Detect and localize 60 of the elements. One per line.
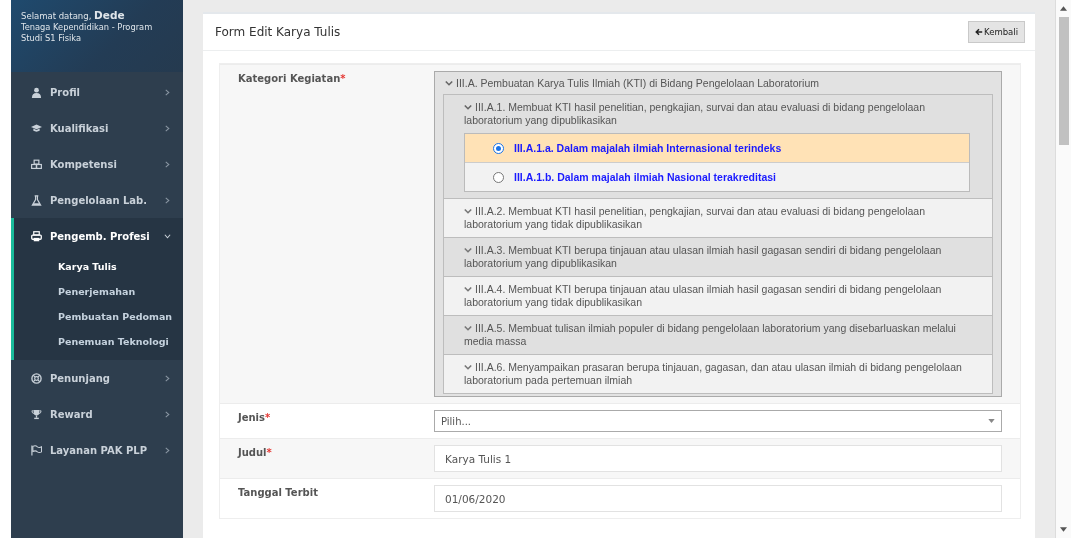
chevron-down-icon	[464, 286, 472, 293]
chevron-down-icon	[445, 80, 453, 87]
chevron-down-icon	[464, 208, 472, 215]
field-label: Kategori Kegiatan*	[237, 72, 347, 86]
chevron-right-icon	[164, 124, 171, 132]
scrollbar-thumb[interactable]	[1058, 17, 1069, 145]
menu-item[interactable]: Pengemb. Profesi	[14, 218, 183, 254]
text-field[interactable]: Karya Tulis 1	[434, 445, 1002, 472]
menu-item[interactable]: Layanan PAK PLP	[11, 432, 183, 468]
radio-option[interactable]: III.A.1.a. Dalam majalah ilmiah Internasional terindeks	[465, 134, 969, 163]
chevron-down-icon	[164, 232, 171, 240]
field-label: Tanggal Terbit	[237, 486, 319, 500]
tree-node[interactable]: III.A.5. Membuat tulisan ilmiah populer di bidang pengelolaan laboratorium yang disebarluaskan melalui media massa	[458, 318, 978, 352]
submenu-item[interactable]: Penerjemahan	[14, 279, 183, 304]
menu-item[interactable]: Kualifikasi	[11, 110, 183, 146]
menu-item[interactable]: Penunjang	[11, 360, 183, 396]
chevron-right-icon	[164, 410, 171, 418]
trophy-icon	[31, 408, 42, 420]
arrow-left-icon	[975, 28, 983, 36]
submenu-item[interactable]: Karya Tulis	[14, 254, 183, 279]
text-field[interactable]: 01/06/2020	[434, 485, 1002, 512]
chevron-right-icon	[164, 196, 171, 204]
menu-item[interactable]: Reward	[11, 396, 183, 432]
scroll-down-icon[interactable]	[1060, 527, 1067, 532]
chevron-down-icon	[464, 325, 472, 332]
menu-item[interactable]: Kompetensi	[11, 146, 183, 182]
tree-node[interactable]: III.A.3. Membuat KTI berupa tinjauan atau ulasan ilmiah hasil gagasan sendiri di bidang pengelolaan laboratorium yang dipublikasikan	[458, 240, 978, 274]
submenu-item[interactable]: Pembuatan Pedoman	[14, 304, 183, 329]
flask-icon	[31, 194, 42, 206]
select-field[interactable]: Pilih...	[434, 410, 1002, 432]
radio-button[interactable]	[493, 171, 504, 183]
back-button[interactable]: Kembali	[968, 21, 1025, 43]
scrollbar[interactable]	[1055, 0, 1071, 538]
chevron-down-icon	[464, 104, 472, 111]
chevron-right-icon	[164, 446, 171, 454]
chevron-down-icon	[464, 364, 472, 371]
graduation-cap-icon	[31, 122, 42, 134]
radio-option[interactable]: III.A.1.b. Dalam majalah ilmiah Nasional terakreditasi	[465, 163, 969, 191]
field-label: Judul*	[236, 446, 273, 460]
chevron-right-icon	[164, 160, 171, 168]
menu-item[interactable]: Profil	[11, 74, 183, 110]
chevron-right-icon	[164, 88, 171, 96]
field-label: Jenis*	[236, 411, 272, 425]
radio-button[interactable]	[493, 142, 504, 154]
submenu-item[interactable]: Penemuan Teknologi	[14, 329, 183, 354]
tree-node[interactable]: III.A.1. Membuat KTI hasil penelitian, pengkajian, survai dan atau evaluasi di bidang pengelolaan laboratorium yang dipublikasikan	[458, 97, 978, 131]
welcome-text: Selamat datang, Dede	[21, 10, 126, 22]
chevron-down-icon	[464, 247, 472, 254]
user-role: Tenaga Kependidikan - Program Studi S1 Fisika	[21, 22, 154, 44]
dropdown-caret-icon	[988, 419, 995, 423]
user-icon	[31, 86, 42, 98]
globe-icon	[31, 372, 42, 384]
scroll-up-icon[interactable]	[1060, 6, 1067, 11]
chevron-right-icon	[164, 374, 171, 382]
form-title: Form Edit Karya Tulis	[215, 25, 341, 39]
cubes-icon	[31, 158, 42, 170]
tree-node[interactable]: III.A. Pembuatan Karya Tulis Ilmiah (KTI) di Bidang Pengelolaan Laboratorium	[443, 72, 993, 94]
menu-item[interactable]: Pengelolaan Lab.	[11, 182, 183, 218]
printer-icon	[31, 230, 42, 242]
flag-icon	[31, 444, 42, 456]
